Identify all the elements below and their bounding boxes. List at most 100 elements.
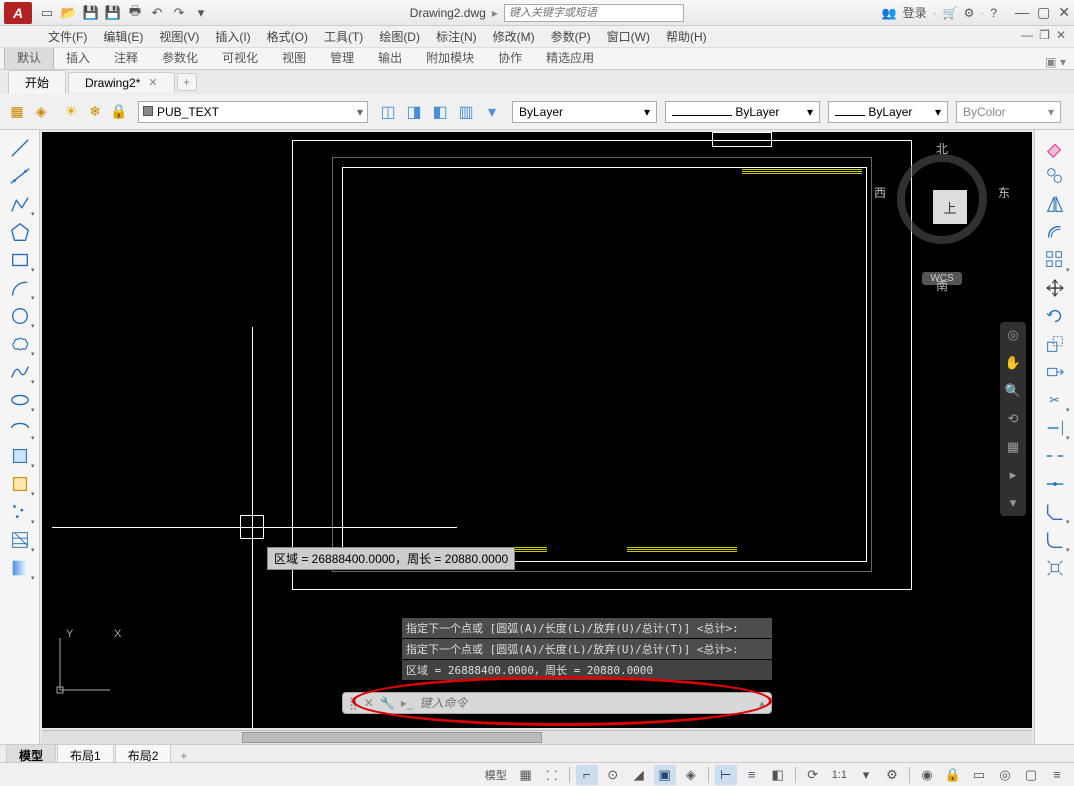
rectangle-tool[interactable]: ▾ <box>5 246 35 274</box>
status-ortho-icon[interactable]: ⌐ <box>576 765 598 785</box>
rotate-tool[interactable] <box>1040 302 1070 330</box>
chamfer-tool[interactable]: ▾ <box>1040 498 1070 526</box>
layer-states-icon[interactable]: ◈ <box>30 101 52 123</box>
status-transparency-icon[interactable]: ◧ <box>767 765 789 785</box>
status-isolate-icon[interactable]: ◎ <box>994 765 1016 785</box>
nav-more-icon[interactable]: ▾ <box>1004 494 1022 512</box>
plotstyle-dropdown[interactable]: ByColor ▾ <box>956 101 1061 123</box>
status-annoscale-icon[interactable]: ▾ <box>855 765 877 785</box>
help-icon[interactable]: ? <box>990 6 997 20</box>
menu-dimension[interactable]: 标注(N) <box>436 28 477 45</box>
color-dropdown[interactable]: ByLayer ▾ <box>512 101 657 123</box>
fillet-tool[interactable]: ▾ <box>1040 526 1070 554</box>
status-customize-icon[interactable]: ≡ <box>1046 765 1068 785</box>
xline-tool[interactable] <box>5 162 35 190</box>
menu-view[interactable]: 视图(V) <box>159 28 199 45</box>
cmd-recent-icon[interactable]: ▴ <box>759 696 765 710</box>
new-icon[interactable]: ▭ <box>38 4 56 22</box>
point-tool[interactable]: ▾ <box>5 498 35 526</box>
app-logo[interactable]: A <box>4 2 32 24</box>
status-hardware-icon[interactable]: ▭ <box>968 765 990 785</box>
ribbon-tab-featured[interactable]: 精选应用 <box>534 46 606 69</box>
status-snap-icon[interactable]: ⸬ <box>541 765 563 785</box>
layer-sun-icon[interactable]: ☀ <box>60 101 82 123</box>
file-tab-drawing2[interactable]: Drawing2*✕ <box>68 72 175 93</box>
menu-parametric[interactable]: 参数(P) <box>551 28 591 45</box>
close-button[interactable]: ✕ <box>1058 4 1070 21</box>
saveas-icon[interactable]: 💾 <box>104 4 122 22</box>
nav-wheel-icon[interactable]: ◎ <box>1004 326 1022 344</box>
gradient-tool[interactable]: ▾ <box>5 554 35 582</box>
ribbon-tab-output[interactable]: 输出 <box>366 46 414 69</box>
menu-draw[interactable]: 绘图(D) <box>379 28 420 45</box>
layer-properties-icon[interactable]: ▦ <box>6 101 28 123</box>
status-cycling-icon[interactable]: ⟳ <box>802 765 824 785</box>
nav-pan-icon[interactable]: ✋ <box>1004 354 1022 372</box>
revcloud-tool[interactable]: ▾ <box>5 330 35 358</box>
cart-icon[interactable]: 🛒 <box>943 6 958 20</box>
close-icon[interactable]: ✕ <box>148 76 157 89</box>
status-model[interactable]: 模型 <box>481 767 511 783</box>
array-tool[interactable]: ▾ <box>1040 246 1070 274</box>
ribbon-tab-view[interactable]: 视图 <box>270 46 318 69</box>
status-grid-icon[interactable]: ▦ <box>515 765 537 785</box>
ribbon-tab-addins[interactable]: 附加模块 <box>414 46 486 69</box>
ribbon-tab-annotate[interactable]: 注释 <box>102 46 150 69</box>
ellipse-tool[interactable]: ▾ <box>5 386 35 414</box>
mirror-tool[interactable] <box>1040 190 1070 218</box>
linetype-dropdown[interactable]: ByLayer ▾ <box>665 101 820 123</box>
break-tool[interactable] <box>1040 442 1070 470</box>
menu-modify[interactable]: 修改(M) <box>493 28 535 45</box>
cmd-handle-icon[interactable]: ⣿ <box>349 696 358 710</box>
cmd-close-icon[interactable]: ✕ <box>364 696 374 710</box>
layer-walk-icon[interactable]: ▥ <box>454 100 478 124</box>
lineweight-dropdown[interactable]: ByLayer ▾ <box>828 101 948 123</box>
status-workspace-icon[interactable]: ◉ <box>916 765 938 785</box>
horizontal-scrollbar[interactable] <box>42 730 1032 744</box>
move-tool[interactable] <box>1040 274 1070 302</box>
file-tab-add-button[interactable]: + <box>177 73 197 91</box>
erase-tool[interactable] <box>1040 134 1070 162</box>
open-icon[interactable]: 📂 <box>60 4 78 22</box>
command-line[interactable]: ⣿ ✕ 🔧 ▸_ ▴ <box>342 692 772 714</box>
signin-button[interactable]: 登录 <box>903 4 927 21</box>
make-block-tool[interactable]: ▾ <box>5 470 35 498</box>
minimize-button[interactable]: — <box>1015 4 1029 21</box>
maximize-button[interactable]: ▢ <box>1037 4 1050 21</box>
status-gear-icon[interactable]: ⚙ <box>881 765 903 785</box>
layer-prev-icon[interactable]: ◧ <box>428 100 452 124</box>
status-3dosnap-icon[interactable]: ◈ <box>680 765 702 785</box>
help-search-input[interactable] <box>504 4 684 22</box>
redo-icon[interactable]: ↷ <box>170 4 188 22</box>
hatch-tool[interactable]: ▾ <box>5 526 35 554</box>
save-icon[interactable]: 💾 <box>82 4 100 22</box>
layer-match-icon[interactable]: ◫ <box>376 100 400 124</box>
menu-format[interactable]: 格式(O) <box>267 28 308 45</box>
layer-dropdown[interactable]: PUB_TEXT ▾ <box>138 101 368 123</box>
cmd-config-icon[interactable]: 🔧 <box>380 696 395 710</box>
undo-icon[interactable]: ↶ <box>148 4 166 22</box>
status-polar-icon[interactable]: ⊙ <box>602 765 624 785</box>
trim-tool[interactable]: ✂▾ <box>1040 386 1070 414</box>
plot-icon[interactable]: 🖶 <box>126 4 144 22</box>
ribbon-collapse-button[interactable]: ▣ ▾ <box>1045 55 1066 69</box>
menu-window[interactable]: 窗口(W) <box>607 28 650 45</box>
ribbon-tab-collaborate[interactable]: 协作 <box>486 46 534 69</box>
spline-tool[interactable]: ▾ <box>5 358 35 386</box>
extend-tool[interactable]: ▾ <box>1040 414 1070 442</box>
nav-play-icon[interactable]: ▸ <box>1004 466 1022 484</box>
circle-tool[interactable]: ▾ <box>5 302 35 330</box>
layer-iso-icon[interactable]: ◨ <box>402 100 426 124</box>
join-tool[interactable] <box>1040 470 1070 498</box>
stretch-tool[interactable] <box>1040 358 1070 386</box>
ribbon-tab-insert[interactable]: 插入 <box>54 46 102 69</box>
offset-tool[interactable] <box>1040 218 1070 246</box>
drawing-canvas[interactable]: 区域 = 26888400.0000，周长 = 20880.0000 北 上 西… <box>42 132 1032 728</box>
scale-tool[interactable] <box>1040 330 1070 358</box>
infocenter-icon[interactable]: 👥 <box>882 6 897 20</box>
status-clean-icon[interactable]: ▢ <box>1020 765 1042 785</box>
polygon-tool[interactable] <box>5 218 35 246</box>
ribbon-tab-visualize[interactable]: 可视化 <box>210 46 270 69</box>
status-scale[interactable]: 1:1 <box>828 769 851 781</box>
status-isodraft-icon[interactable]: ◢ <box>628 765 650 785</box>
